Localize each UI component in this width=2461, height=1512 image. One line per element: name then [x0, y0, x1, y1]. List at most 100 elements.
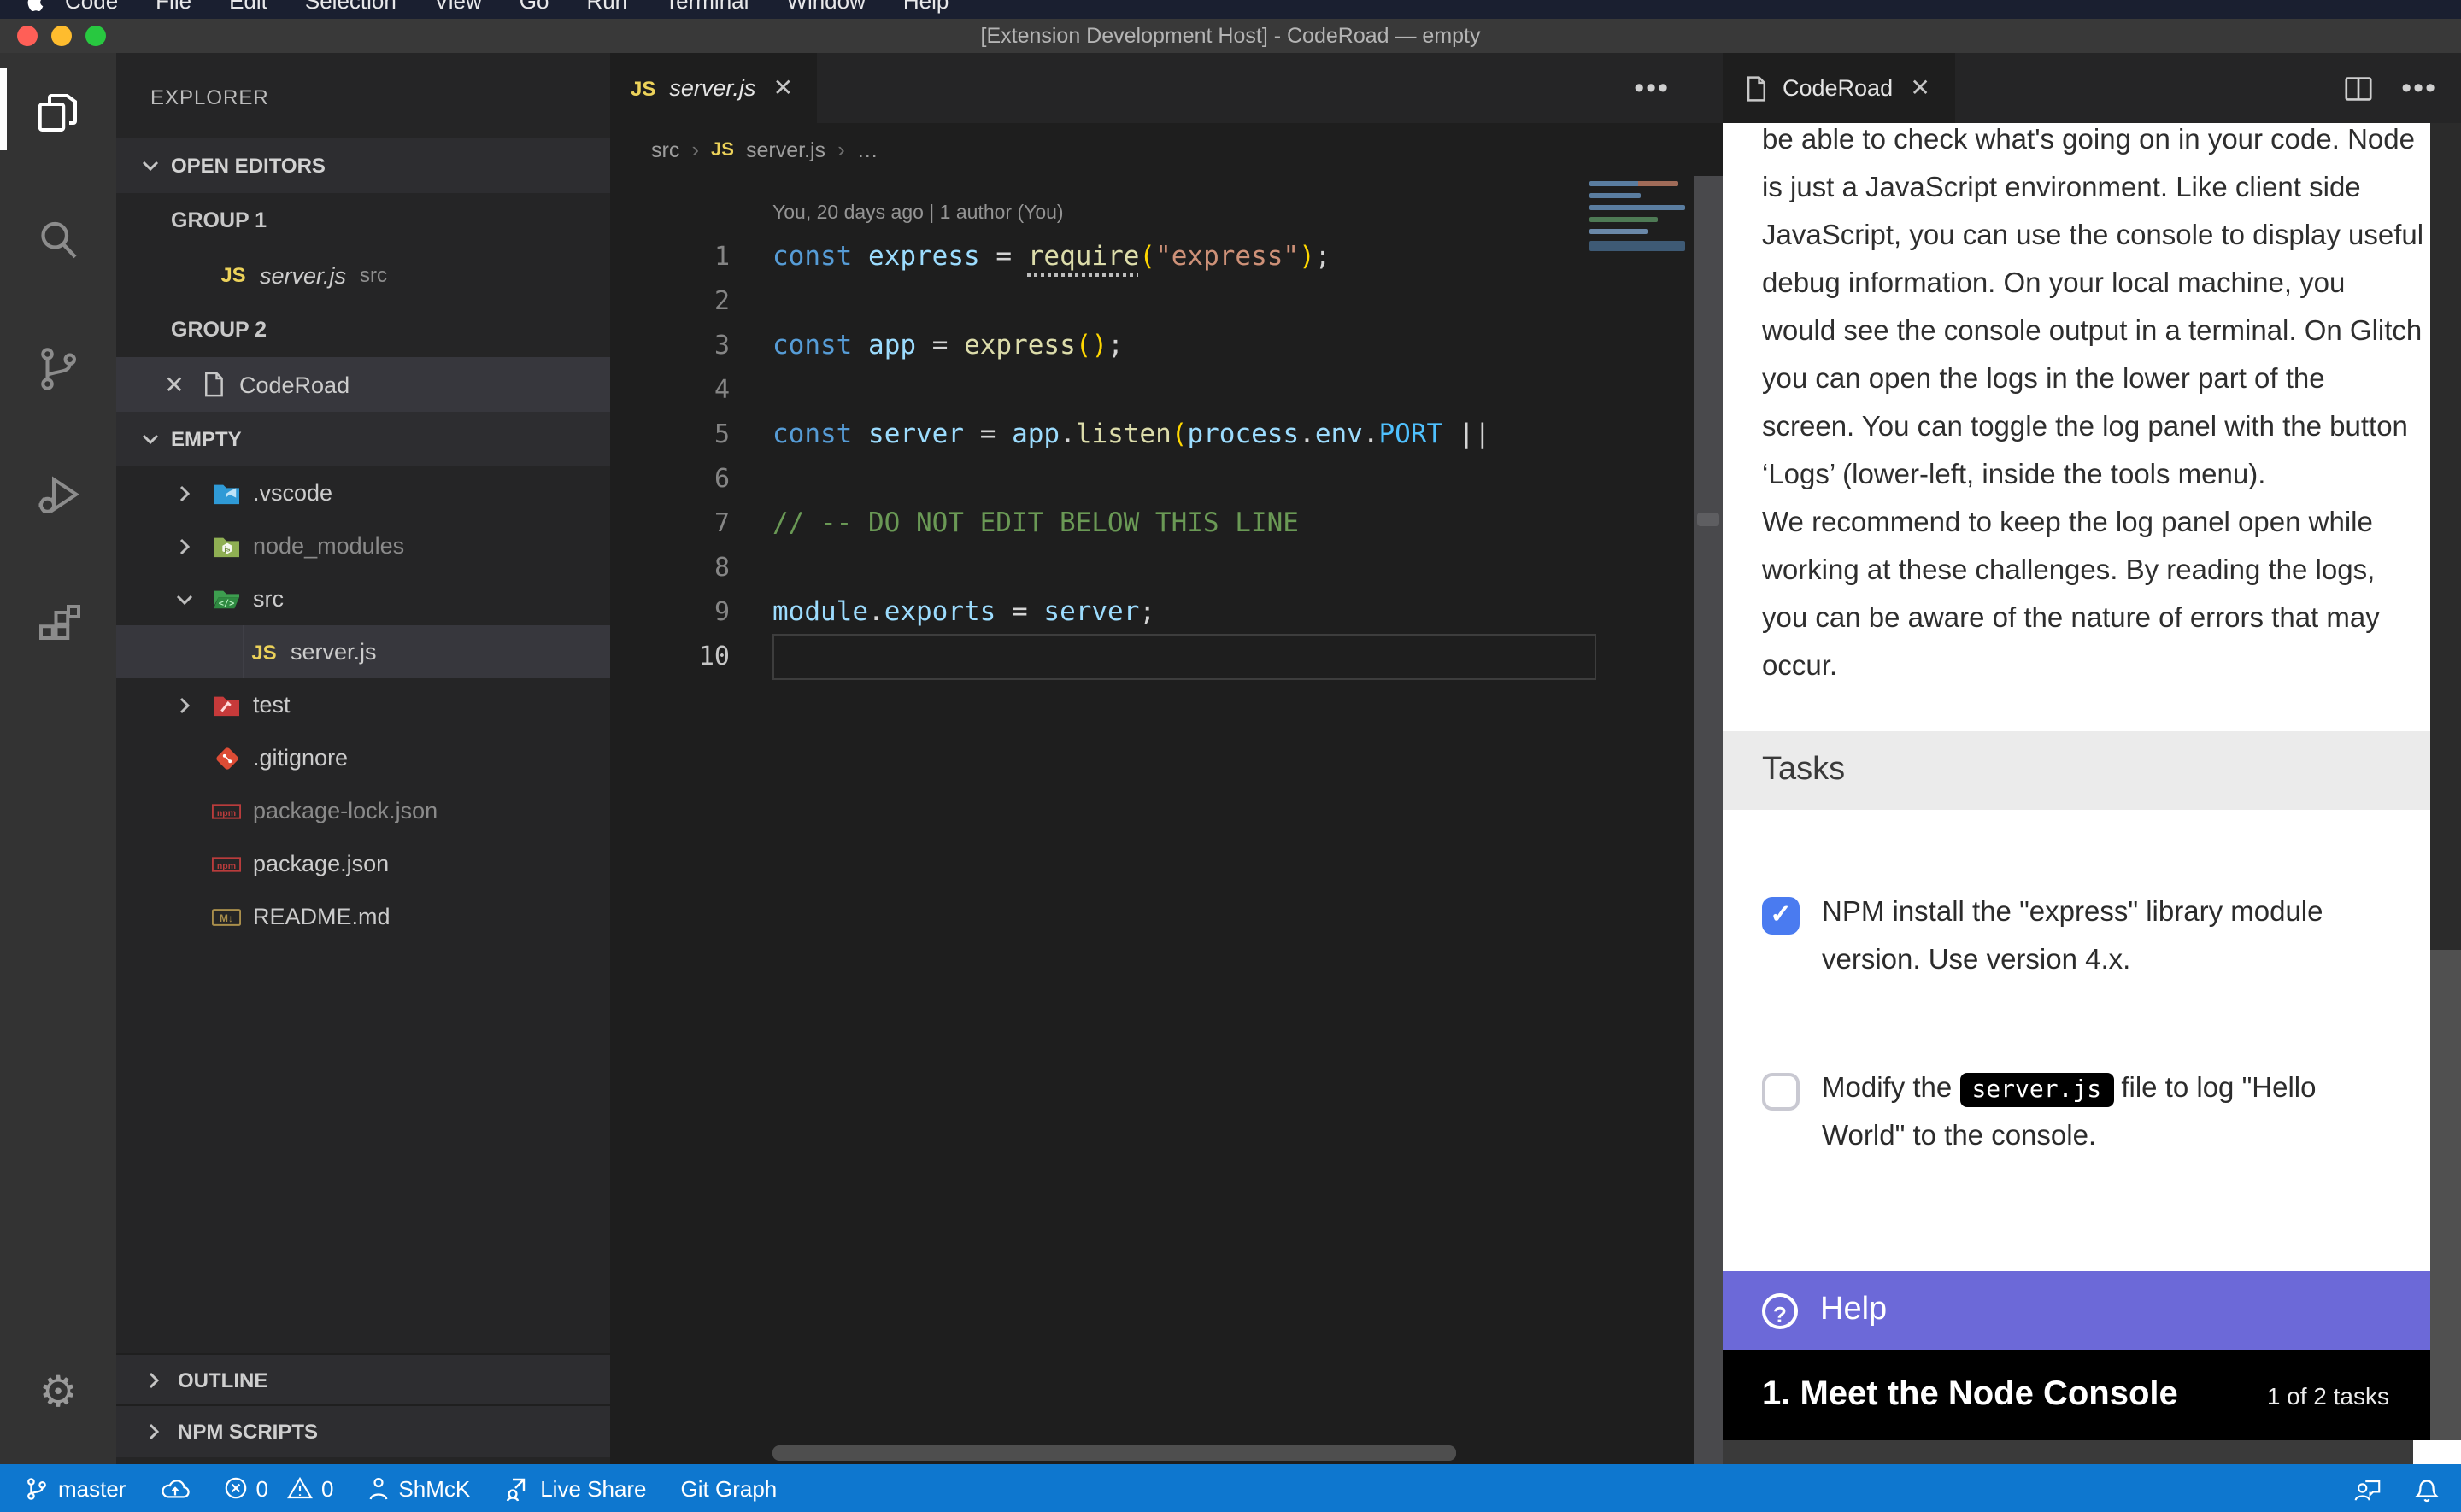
chevron-right-icon [171, 479, 198, 507]
minimap[interactable] [1589, 181, 1689, 335]
menu-go[interactable]: Go [501, 0, 568, 14]
close-icon[interactable]: ✕ [161, 370, 188, 399]
chevron-right-icon: › [837, 137, 845, 162]
feedback-icon[interactable] [2352, 1474, 2382, 1502]
explorer-title: EXPLORER [116, 53, 610, 138]
md-icon: M↓ [212, 902, 241, 931]
tree-item--vscode[interactable]: .vscode [116, 466, 610, 519]
js-file-icon: JS [711, 139, 734, 160]
svg-text:npm: npm [217, 860, 236, 870]
open-editors-group-label[interactable]: GROUP 1 [116, 193, 610, 248]
webview-scrollbar-thumb[interactable] [2430, 123, 2461, 950]
git-branch-status[interactable]: master [24, 1475, 126, 1501]
code-editor[interactable]: You, 20 days ago | 1 author (You) 1const… [610, 176, 1694, 1464]
source-control-activity-button[interactable] [0, 325, 116, 413]
manage-gear-button[interactable]: ⚙ [0, 1348, 116, 1437]
workspace-section-header[interactable]: EMPTY [116, 412, 610, 466]
search-activity-button[interactable] [0, 196, 116, 285]
tab-coderoad[interactable]: CodeRoad ✕ [1723, 53, 1954, 123]
warning-count: 0 [321, 1475, 333, 1501]
menu-items: CodeFileEditSelectionViewGoRunTerminalWi… [46, 0, 967, 14]
editor-actions-more-icon[interactable]: ••• [1634, 71, 1670, 105]
menu-file[interactable]: File [137, 0, 210, 14]
menu-run[interactable]: Run [567, 0, 646, 14]
apple-menu-icon[interactable] [24, 0, 46, 13]
lesson-footer[interactable]: 1. Meet the Node Console 1 of 2 tasks [1723, 1350, 2461, 1440]
open-editors-group-label[interactable]: GROUP 2 [116, 302, 610, 357]
menu-window[interactable]: Window [767, 0, 884, 14]
task-checkbox-unchecked[interactable] [1762, 1073, 1800, 1111]
code-line-4[interactable]: 4 [610, 367, 1694, 412]
split-editor-icon[interactable] [2343, 74, 2374, 102]
lesson-title: 1. Meet the Node Console [1762, 1375, 2267, 1415]
npm-icon: npm [212, 849, 241, 878]
file-tree: .vscodejsnode_modules</>srcJSserver.jste… [116, 466, 610, 943]
tasks-header-label: Tasks [1762, 752, 1845, 789]
group-divider-top [1694, 53, 1723, 123]
explorer-activity-button[interactable] [0, 68, 116, 157]
menu-code[interactable]: Code [46, 0, 137, 14]
tree-item-server-js[interactable]: JSserver.js [116, 625, 610, 678]
tree-item--gitignore[interactable]: .gitignore [116, 731, 610, 784]
tree-item-package-json[interactable]: npmpackage.json [116, 837, 610, 890]
webview-scrollbar-track[interactable] [2430, 123, 2461, 1440]
code-line-3[interactable]: 3const app = express(); [610, 323, 1694, 367]
live-share-button[interactable]: Live Share [504, 1474, 646, 1502]
tree-item-test[interactable]: test [116, 678, 610, 731]
close-tab-icon[interactable]: ✕ [1906, 73, 1934, 103]
code-line-5[interactable]: 5const server = app.listen(process.env.P… [610, 412, 1694, 456]
person-icon [367, 1475, 390, 1501]
live-share-account[interactable]: ShMcK [367, 1475, 470, 1501]
code-line-9[interactable]: 9module.exports = server; [610, 589, 1694, 634]
menu-edit[interactable]: Edit [210, 0, 286, 14]
npm-scripts-section-header[interactable]: NPM SCRIPTS [116, 1404, 610, 1457]
open-editors-section-header[interactable]: OPEN EDITORS [116, 138, 610, 193]
scrollbar-thumb[interactable] [1697, 513, 1719, 526]
tree-item-package-lock-json[interactable]: npmpackage-lock.json [116, 784, 610, 837]
gear-icon: ⚙ [39, 1371, 78, 1414]
editor-group-2: CodeRoad ✕ ••• be able to check what's g… [1723, 53, 2461, 1464]
horizontal-scrollbar[interactable] [772, 1445, 1456, 1461]
editor-vertical-scrollbar[interactable] [1694, 176, 1723, 1464]
menu-terminal[interactable]: Terminal [646, 0, 767, 14]
tab-server-js[interactable]: JS server.js ✕ [610, 53, 817, 123]
code-line-8[interactable]: 8 [610, 545, 1694, 589]
extensions-activity-button[interactable] [0, 581, 116, 670]
outline-section-header[interactable]: OUTLINE [116, 1353, 610, 1406]
bell-icon[interactable] [2413, 1474, 2440, 1503]
code-line-6[interactable]: 6 [610, 456, 1694, 501]
task-checkbox-checked[interactable]: ✓ [1762, 897, 1800, 935]
menu-selection[interactable]: Selection [286, 0, 415, 14]
breadcrumb-file[interactable]: server.js [746, 138, 825, 161]
tree-item-src[interactable]: </>src [116, 572, 610, 625]
tree-item-readme-md[interactable]: M↓README.md [116, 890, 610, 943]
panel-actions-more-icon[interactable]: ••• [2401, 71, 2437, 105]
inline-code-chip: server.js [1959, 1073, 2113, 1107]
help-question-icon: ? [1762, 1292, 1798, 1328]
paragraph-line: you can be aware of the nature of errors… [1762, 595, 2432, 642]
open-editor-item-coderoad[interactable]: ✕CodeRoad [116, 357, 610, 412]
breadcrumb-src[interactable]: src [651, 138, 679, 161]
help-section[interactable]: ? Help [1723, 1271, 2461, 1350]
paragraph-line: be able to check what's going on in your… [1762, 123, 2432, 164]
open-editor-item-server.js[interactable]: JSserver.jssrc [116, 248, 610, 302]
close-tab-icon[interactable]: ✕ [769, 73, 796, 103]
code-line-2[interactable]: 2 [610, 278, 1694, 323]
chevron-right-icon [171, 691, 198, 718]
code-line-1[interactable]: 1const express = require("express"); [610, 234, 1694, 278]
tree-item-node-modules[interactable]: jsnode_modules [116, 519, 610, 572]
code-line-7[interactable]: 7// -- DO NOT EDIT BELOW THIS LINE [610, 501, 1694, 545]
git-graph-button[interactable]: Git Graph [681, 1475, 778, 1501]
menu-view[interactable]: View [415, 0, 501, 14]
chevron-right-icon [171, 532, 198, 560]
js-file-icon: JS [219, 261, 248, 290]
run-debug-activity-button[interactable] [0, 451, 116, 540]
menu-help[interactable]: Help [884, 0, 968, 14]
codelens-blame[interactable]: You, 20 days ago | 1 author (You) [772, 193, 1694, 234]
breadcrumb-symbol[interactable]: … [857, 138, 878, 161]
svg-text:M↓: M↓ [220, 911, 233, 923]
vscode-icon [212, 478, 241, 507]
publish-changes-button[interactable] [160, 1475, 189, 1501]
paragraph-line: We recommend to keep the log panel open … [1762, 499, 2432, 547]
problems-status[interactable]: 0 0 [223, 1475, 333, 1501]
